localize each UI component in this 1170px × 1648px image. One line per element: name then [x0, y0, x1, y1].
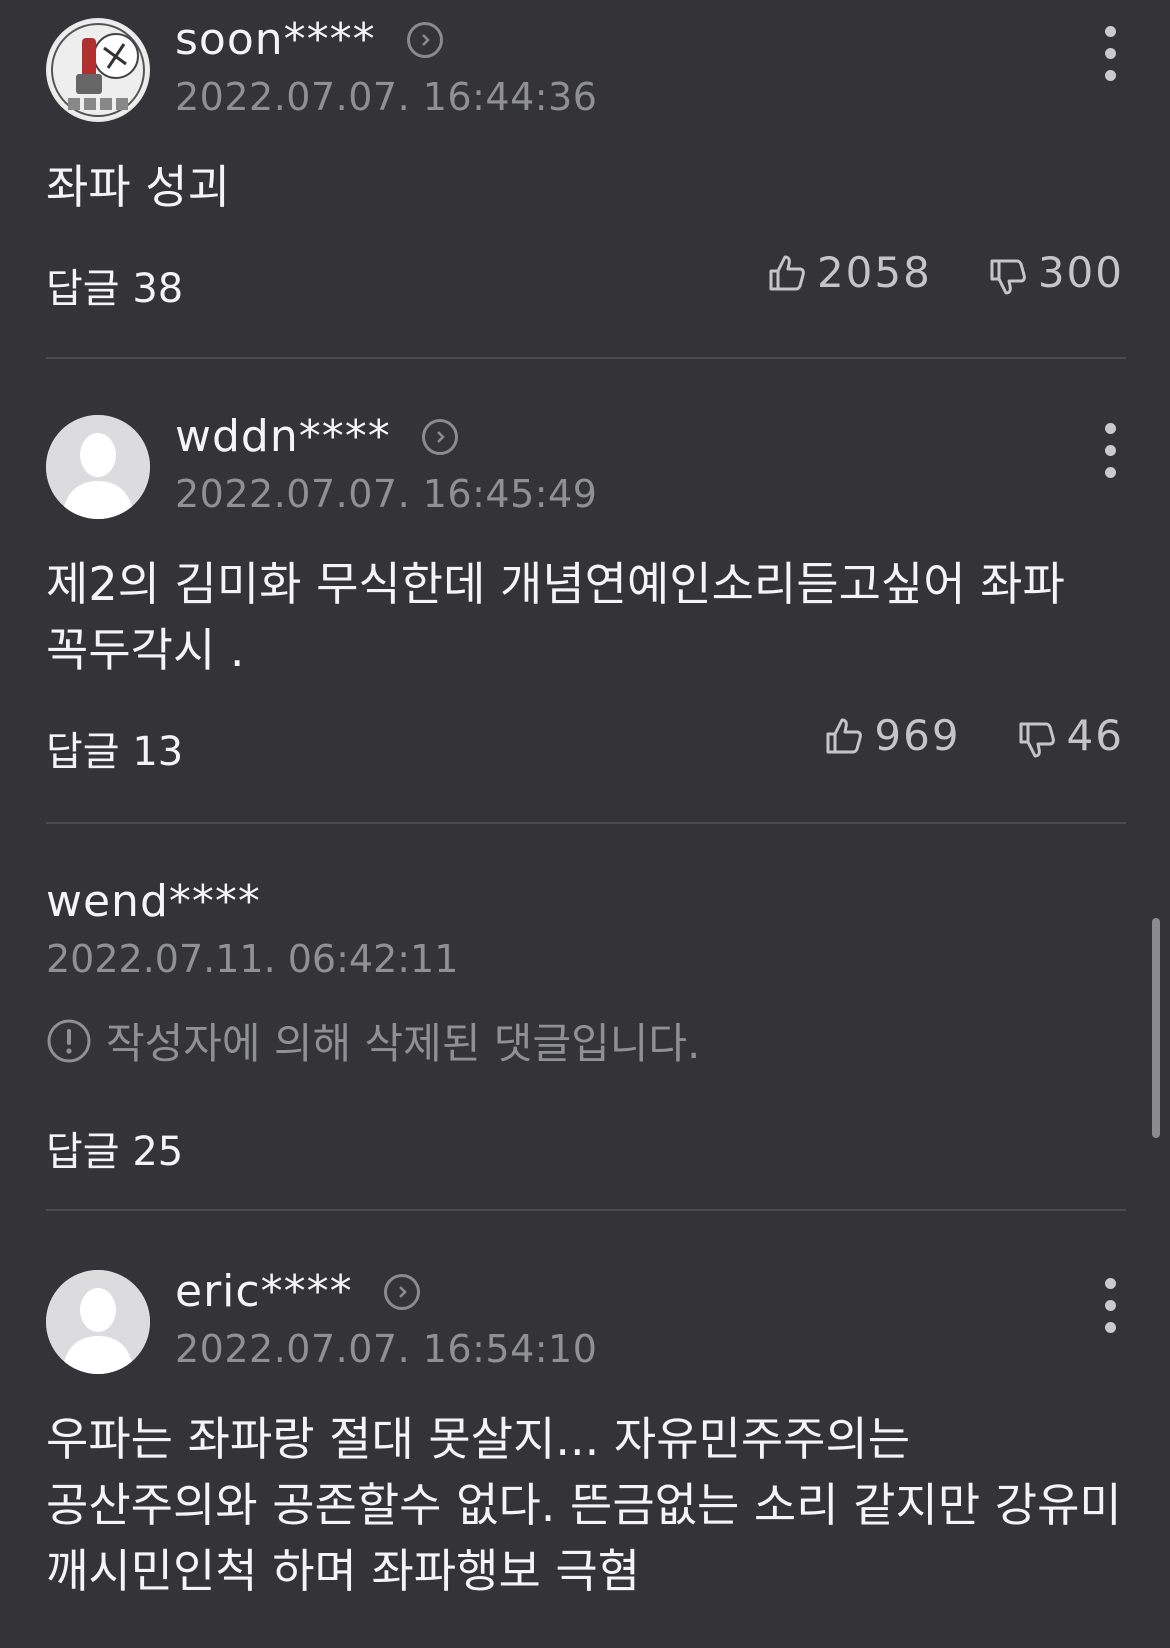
thumbs-down-icon: [1019, 722, 1055, 757]
username[interactable]: soon****: [175, 18, 376, 62]
more-vertical-icon[interactable]: [1102, 26, 1118, 82]
dislike-button[interactable]: 300: [988, 248, 1124, 297]
like-button[interactable]: 969: [824, 711, 960, 760]
reply-button[interactable]: 답글 25: [46, 1119, 183, 1177]
avatar[interactable]: [46, 415, 150, 519]
comment-text: 우파는 좌파랑 절대 못살지... 자유민주주의는 공산주의와 공존할수 없다.…: [46, 1412, 1122, 1598]
timestamp: 2022.07.07. 16:54:10: [175, 1327, 598, 1371]
comment-item-deleted: wend**** 2022.07.11. 06:42:11 작성자에 의해 삭제…: [46, 880, 1126, 1176]
divider: [46, 822, 1126, 824]
deleted-notice-text: 작성자에 의해 삭제된 댓글입니다.: [106, 1019, 701, 1068]
thumbs-up-icon: [769, 255, 805, 290]
thumbs-down-icon: [990, 259, 1026, 294]
more-vertical-icon[interactable]: [1102, 1278, 1118, 1334]
divider: [46, 357, 1126, 359]
comment-item: wddn**** 2022.07.07. 16:45:49 제2의 김미화 무식…: [46, 415, 1126, 775]
comment-item: eric**** 2022.07.07. 16:54:10 우파는 좌파랑 절대…: [46, 1270, 1126, 1604]
timestamp: 2022.07.07. 16:44:36: [175, 75, 598, 119]
scrollbar[interactable]: [1152, 918, 1160, 1138]
thumbs-up-icon: [826, 718, 863, 753]
comment-item: soon**** 2022.07.07. 16:44:36 좌파 성괴 답글 3…: [46, 18, 1126, 312]
dislike-button[interactable]: 46: [1017, 711, 1124, 760]
more-vertical-icon[interactable]: [1102, 423, 1118, 479]
comment-text: 좌파 성괴: [46, 160, 230, 214]
exclamation-circle-icon: [47, 1019, 91, 1062]
dislike-count: 300: [1037, 248, 1124, 297]
reply-button[interactable]: 답글 38: [46, 256, 183, 314]
comment-header: wddn**** 2022.07.07. 16:45:49: [46, 415, 1126, 525]
chevron-right-circle-icon[interactable]: [421, 419, 458, 455]
chevron-right-circle-icon[interactable]: [406, 22, 443, 58]
comment-header: soon**** 2022.07.07. 16:44:36: [46, 18, 1126, 128]
divider: [46, 1209, 1126, 1211]
like-count: 2058: [816, 248, 932, 297]
reply-button[interactable]: 답글 13: [46, 719, 183, 777]
chevron-right-circle-icon[interactable]: [383, 1274, 420, 1310]
comment-footer: 답글 38 2058 300: [46, 248, 1126, 312]
like-count: 969: [874, 711, 961, 760]
avatar[interactable]: [46, 18, 150, 122]
username[interactable]: eric****: [175, 1270, 353, 1314]
comment-footer: 답글 25: [46, 1111, 1126, 1175]
timestamp: 2022.07.07. 16:45:49: [175, 472, 598, 516]
comment-header: eric**** 2022.07.07. 16:54:10: [46, 1270, 1126, 1380]
username[interactable]: wddn****: [175, 415, 391, 459]
like-button[interactable]: 2058: [767, 248, 932, 297]
comment-text: 제2의 김미화 무식한데 개념연예인소리듣고싶어 좌파 꼭두각시 .: [46, 557, 1065, 677]
timestamp: 2022.07.11. 06:42:11: [46, 937, 459, 981]
dislike-count: 46: [1066, 711, 1124, 760]
comment-footer: 답글 13 969 46: [46, 711, 1126, 775]
avatar[interactable]: [46, 1270, 150, 1374]
deleted-notice: 작성자에 의해 삭제된 댓글입니다.: [46, 1010, 1126, 1071]
username[interactable]: wend****: [46, 880, 1126, 924]
